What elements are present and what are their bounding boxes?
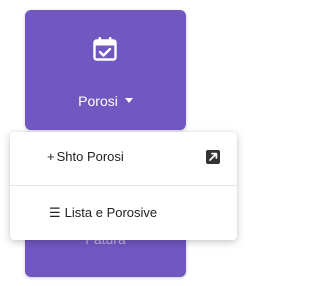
orders-list-text: Lista e Porosive xyxy=(64,205,158,220)
add-order-text: Shto Porosi xyxy=(56,149,124,164)
caret-down-icon xyxy=(124,97,133,103)
orders-dropdown-menu: + Shto Porosi ☰ Lista e Porosive xyxy=(10,132,237,240)
menu-item-add-order[interactable]: + Shto Porosi xyxy=(10,132,237,182)
external-link-icon[interactable] xyxy=(206,150,220,164)
orders-menu-label: Porosi xyxy=(78,93,118,109)
add-order-label: + Shto Porosi xyxy=(47,149,124,165)
orders-menu-tile[interactable]: Porosi xyxy=(25,10,186,130)
orders-menu-toggle[interactable]: Porosi xyxy=(25,92,186,110)
orders-list-label: ☰ Lista e Porosive xyxy=(49,205,157,221)
app-stage: Porosi Fatura +Shto Porosi ☰Lista e Poro… xyxy=(0,0,251,286)
menu-divider xyxy=(10,185,237,186)
list-icon: ☰ xyxy=(49,205,61,220)
calendar-check-icon xyxy=(93,37,117,61)
menu-item-orders-list[interactable]: ☰ Lista e Porosive xyxy=(10,188,237,238)
plus-icon: + xyxy=(47,149,55,164)
